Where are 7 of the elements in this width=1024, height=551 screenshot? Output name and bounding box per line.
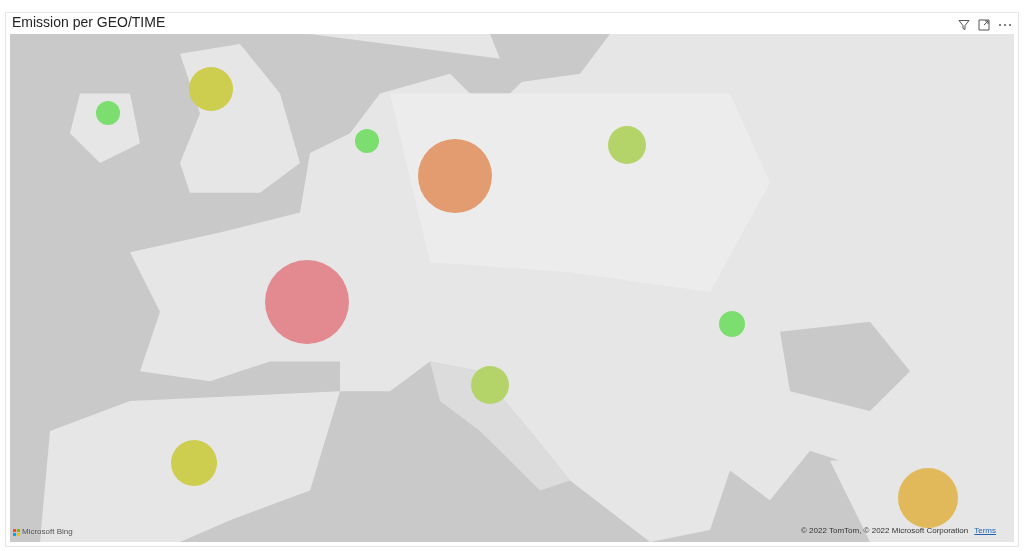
- chart-title: Emission per GEO/TIME: [11, 13, 166, 31]
- focus-mode-icon[interactable]: [978, 19, 990, 31]
- logo-text: Microsoft Bing: [22, 526, 73, 538]
- filter-icon[interactable]: [958, 19, 970, 31]
- terms-link[interactable]: Terms: [974, 525, 996, 537]
- copyright-text: © 2022 TomTom, © 2022 Microsoft Corporation: [800, 525, 969, 537]
- windows-logo-icon: [13, 528, 20, 536]
